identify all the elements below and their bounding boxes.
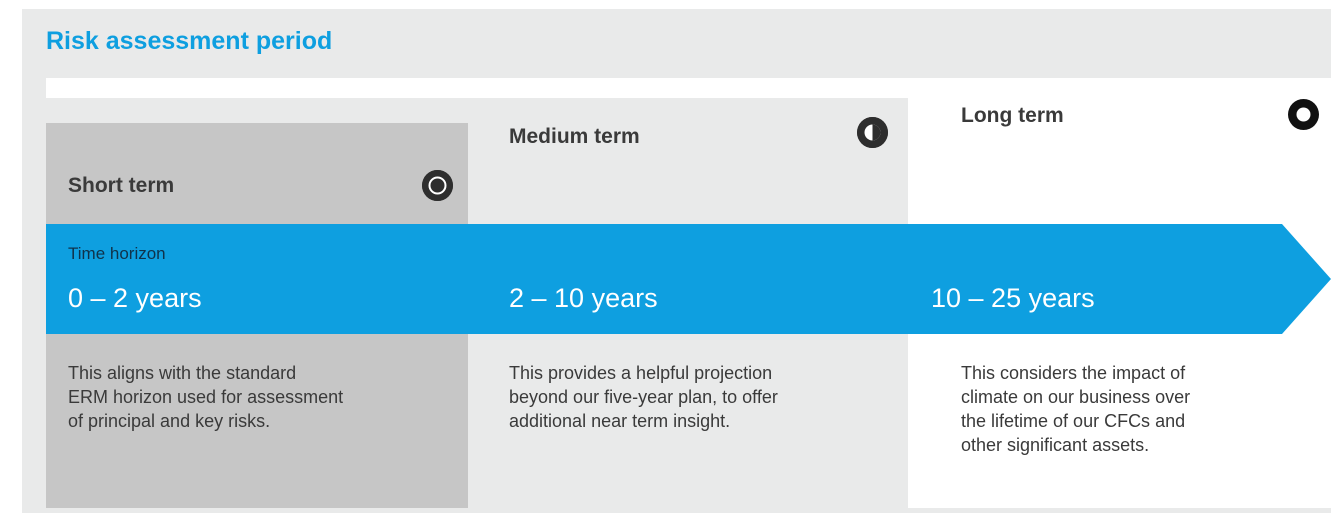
circle-outline-icon bbox=[422, 170, 453, 201]
short-term-range: 0 – 2 years bbox=[68, 283, 202, 313]
half-filled-circle-icon bbox=[857, 117, 888, 148]
medium-term-description: This provides a helpful projection beyon… bbox=[509, 363, 778, 431]
long-term-label: Long term bbox=[961, 104, 1064, 127]
time-horizon-arrow bbox=[46, 224, 1331, 334]
long-term-range: 10 – 25 years bbox=[931, 283, 1095, 313]
ring-icon bbox=[1288, 99, 1319, 130]
medium-term-label: Medium term bbox=[509, 125, 640, 148]
long-term-description: This considers the impact of climate on … bbox=[961, 363, 1191, 455]
diagram-title: Risk assessment period bbox=[46, 27, 333, 55]
medium-term-range: 2 – 10 years bbox=[509, 283, 658, 313]
short-term-label: Short term bbox=[68, 174, 175, 197]
time-horizon-label: Time horizon bbox=[68, 244, 166, 263]
header-divider-band bbox=[46, 78, 1331, 98]
short-term-description: This aligns with the standard ERM horizo… bbox=[68, 363, 344, 431]
